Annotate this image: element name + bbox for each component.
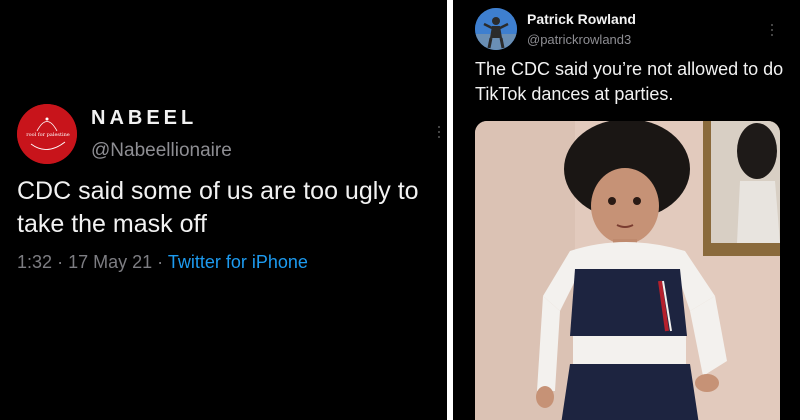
tweet-photo-child bbox=[475, 121, 780, 420]
tweet-date: 17 May 21 bbox=[68, 252, 153, 272]
tweet-text: CDC said some of us are too ugly to take… bbox=[17, 177, 419, 238]
vertical-ellipsis-icon[interactable] bbox=[771, 24, 775, 39]
author-name[interactable]: Patrick Rowland bbox=[527, 11, 636, 27]
avatar-caption: rool for palestine bbox=[26, 132, 70, 138]
vertical-ellipsis-icon[interactable] bbox=[438, 126, 442, 141]
avatar[interactable] bbox=[475, 8, 517, 50]
meta-separator: · bbox=[57, 252, 64, 272]
tweet-time: 1:32 bbox=[17, 252, 53, 272]
tweet-right: Patrick Rowland @patrickrowland3 The CDC… bbox=[453, 0, 800, 420]
tweet-source-link[interactable]: Twitter for iPhone bbox=[168, 252, 308, 272]
tweet-image[interactable] bbox=[475, 121, 780, 420]
author-name[interactable]: NABEEL bbox=[91, 107, 197, 130]
tweet-meta: 1:32 · 17 May 21 · Twitter for iPhone bbox=[17, 252, 308, 273]
tweet-text: The CDC said you’re not allowed to do Ti… bbox=[475, 59, 784, 104]
avatar-photo bbox=[475, 8, 517, 50]
meta-separator: · bbox=[157, 252, 164, 272]
avatar[interactable]: rool for palestine bbox=[17, 104, 77, 164]
tweet-left: rool for palestine NABEEL @Nabeellionair… bbox=[0, 0, 447, 420]
author-handle[interactable]: @patrickrowland3 bbox=[527, 32, 631, 47]
author-handle[interactable]: @Nabeellionaire bbox=[91, 140, 232, 162]
